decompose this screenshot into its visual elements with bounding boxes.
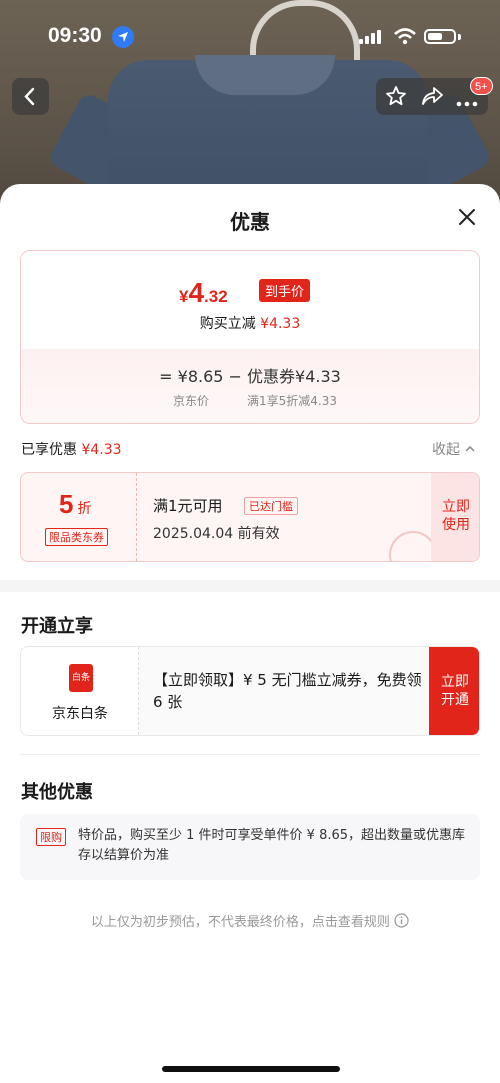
chevron-left-icon: [24, 87, 35, 106]
buy-minus-label: 购买立减: [199, 316, 256, 332]
jd-price-label: 京东价: [173, 394, 210, 408]
final-price-decimal: .32: [204, 287, 228, 306]
baitiao-brand: 白条 京东白条: [21, 647, 139, 735]
open-section-title: 开通立享: [21, 616, 93, 637]
limit-tag: 限购: [36, 828, 66, 846]
baitiao-card[interactable]: 白条 京东白条 【立即领取】¥ 5 无门槛立减券，免费领 6 张 立即 开通: [20, 646, 480, 736]
other-section-title: 其他优惠: [21, 782, 93, 803]
coupon-reached-badge: 已达门槛: [244, 497, 298, 515]
open-button-line1: 立即: [441, 674, 469, 690]
open-button-line2: 开通: [441, 692, 469, 708]
coupon-discount: 5折: [59, 489, 91, 520]
share-icon[interactable]: [420, 85, 444, 111]
enjoyed-value: ¥4.33: [81, 442, 122, 458]
footnote-text: 以上仅为初步预估，不代表最终价格，点击查看规则: [90, 915, 390, 930]
signal-icon: [359, 30, 381, 44]
final-price: ¥4.32: [179, 277, 228, 309]
price-breakdown-card: ¥4.32 到手价 购买立减 ¥4.33 = ¥8.65 − 优惠券¥4.33 …: [20, 250, 480, 424]
location-icon: [112, 26, 134, 48]
other-discount-text: 特价品，购买至少 1 件时可享受单件价 ¥ 8.65，超出数量或优惠库存以结算价…: [78, 828, 466, 863]
info-icon: [394, 913, 409, 928]
divider-line: [20, 754, 480, 755]
coupon-stamp: [389, 531, 437, 561]
collapse-label: 收起: [432, 442, 460, 458]
use-coupon-line2: 使用: [442, 517, 470, 533]
back-button[interactable]: [12, 78, 49, 115]
shirt-collar: [195, 55, 335, 95]
coupon-value-area: 5折 限品类东券: [21, 473, 137, 561]
final-price-integer: 4: [188, 277, 205, 308]
home-indicator: [162, 1066, 340, 1072]
rules-footnote[interactable]: 以上仅为初步预估，不代表最终价格，点击查看规则: [0, 911, 500, 930]
star-icon[interactable]: [385, 85, 407, 111]
section-divider: [0, 580, 500, 592]
battery-cap: [458, 34, 461, 40]
chevron-up-icon: [465, 445, 475, 452]
coupon-card[interactable]: 5折 限品类东券 满1元可用 已达门槛 2025.04.04 前有效 立即 使用: [20, 472, 480, 562]
coupon-type-tag: 限品类东券: [45, 528, 108, 546]
coupon-condition: 满1元可用: [153, 497, 223, 515]
price-top: ¥4.32 到手价 购买立减 ¥4.33: [21, 251, 479, 349]
coupon-discount-unit: 折: [77, 500, 92, 516]
coupon-valid-date: 2025.04.04 前有效: [153, 526, 280, 542]
baitiao-name: 京东白条: [52, 706, 108, 722]
discount-sheet: 优惠 ¥4.32 到手价 购买立减 ¥4.33 = ¥8.65 − 优惠券¥4.…: [0, 184, 500, 1083]
baitiao-icon: 白条: [69, 664, 93, 692]
buy-minus-value: ¥4.33: [260, 316, 301, 332]
enjoyed-label: 已享优惠: [21, 442, 77, 458]
sheet-title: 优惠: [230, 210, 270, 234]
other-discount-card: 限购 特价品，购买至少 1 件时可享受单件价 ¥ 8.65，超出数量或优惠库存以…: [20, 814, 480, 880]
baitiao-desc: 【立即领取】¥ 5 无门槛立减券，免费领 6 张: [153, 671, 422, 711]
final-price-tag: 到手价: [259, 279, 311, 302]
use-coupon-button[interactable]: 立即 使用: [431, 473, 479, 561]
status-bar: 09:30: [0, 22, 500, 52]
coupon-rule-label: 满1享5折减4.33: [247, 394, 337, 408]
status-time: 09:30: [48, 24, 102, 47]
more-icon[interactable]: [456, 92, 478, 111]
collapse-button[interactable]: 收起: [432, 439, 476, 459]
coupon-discount-number: 5: [59, 489, 74, 519]
use-coupon-line1: 立即: [442, 499, 470, 515]
close-icon: [459, 209, 475, 225]
enjoyed-discount: 已享优惠 ¥4.33: [21, 439, 122, 459]
price-formula: = ¥8.65 − 优惠券¥4.33: [159, 367, 341, 386]
battery-icon: [424, 29, 456, 44]
buy-minus-line: 购买立减 ¥4.33: [21, 313, 479, 333]
wifi-icon: [394, 28, 416, 45]
open-baitiao-button[interactable]: 立即 开通: [429, 647, 479, 735]
cart-count-badge: 5+: [470, 77, 493, 95]
close-button[interactable]: [456, 206, 478, 228]
